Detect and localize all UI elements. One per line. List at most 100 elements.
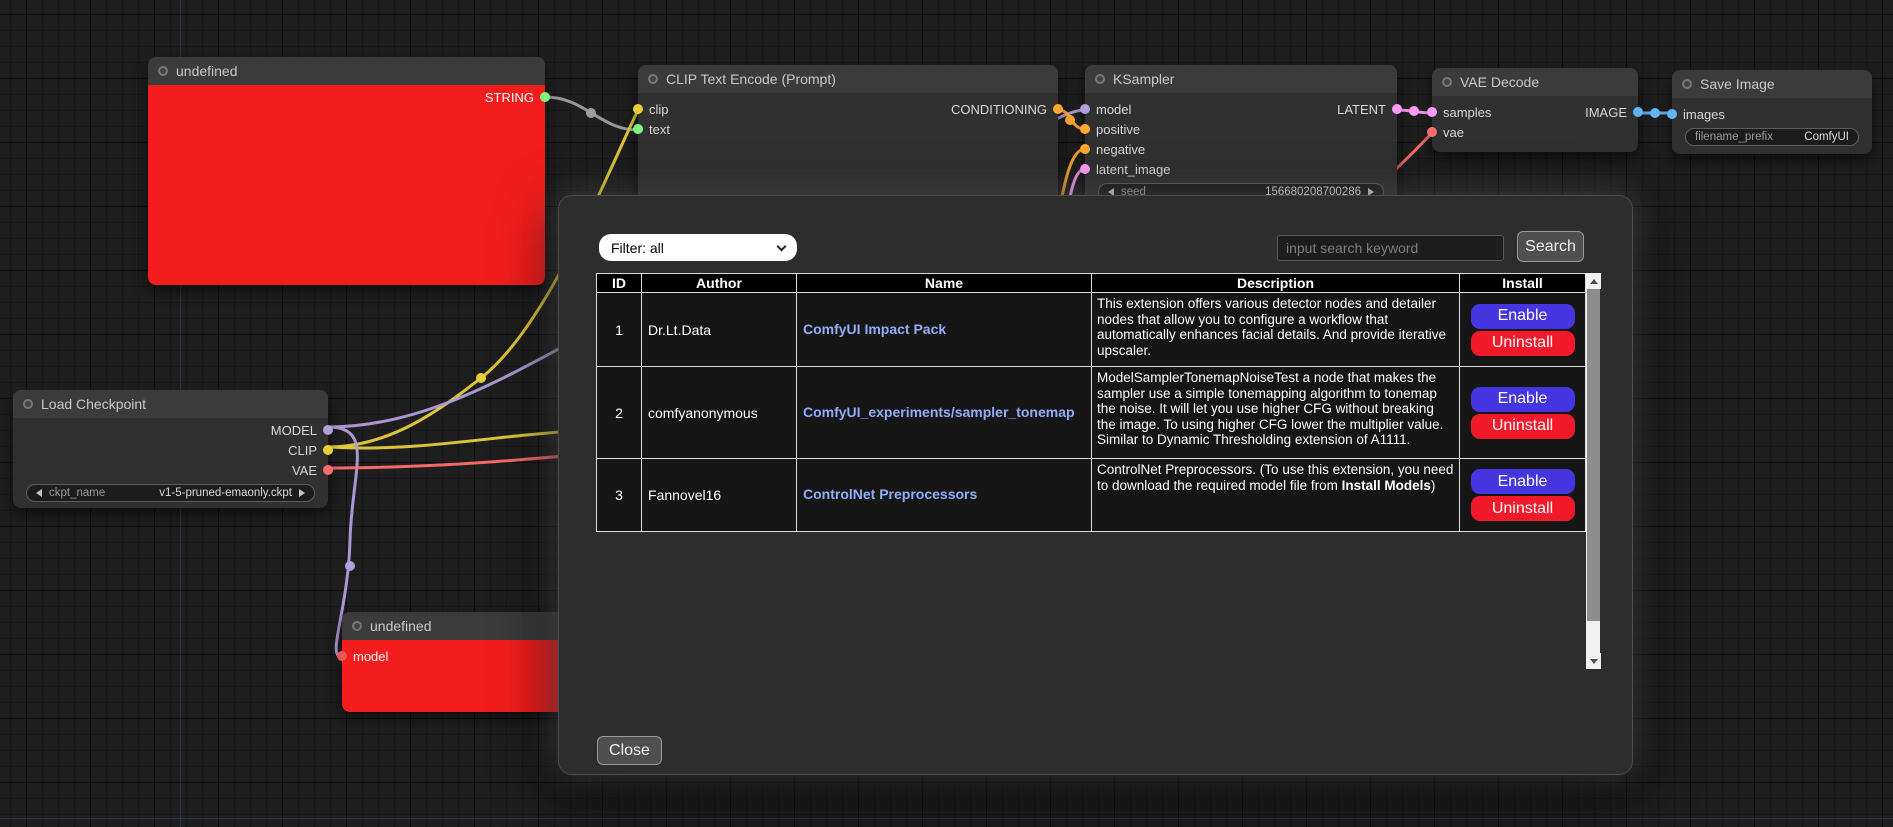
slot-label: latent_image	[1096, 162, 1170, 177]
collapse-dot-icon[interactable]	[1442, 77, 1452, 87]
search-button[interactable]: Search	[1517, 231, 1584, 262]
node-save-image[interactable]: Save Image images filename_prefix ComfyU…	[1672, 70, 1872, 154]
node-title: VAE Decode	[1460, 74, 1539, 90]
slot-label: negative	[1096, 142, 1145, 157]
extension-link[interactable]: ControlNet Preprocessors	[803, 486, 977, 502]
text-input-dot[interactable]	[633, 124, 643, 134]
cell-id: 3	[597, 459, 642, 532]
slot-row: text	[638, 119, 1058, 139]
samples-input-dot[interactable]	[1427, 107, 1437, 117]
slot-label: MODEL	[271, 423, 317, 438]
cell-description: ControlNet Preprocessors. (To use this e…	[1092, 459, 1460, 532]
filename-prefix-widget[interactable]: filename_prefix ComfyUI	[1685, 128, 1859, 146]
link-dot	[476, 373, 486, 383]
column-header-description: Description	[1092, 274, 1460, 293]
column-header-id: ID	[597, 274, 642, 293]
cell-author: comfyanonymous	[642, 367, 797, 459]
output-slot-string: STRING	[148, 87, 545, 107]
manager-dialog: Filter: all Search ID Author Name Descri…	[558, 195, 1633, 775]
negative-input-dot[interactable]	[1080, 144, 1090, 154]
slot-row: vae	[1432, 122, 1638, 142]
node-title-bar[interactable]: Save Image	[1672, 70, 1872, 98]
clip-input-dot[interactable]	[633, 104, 643, 114]
node-undefined-top[interactable]: undefined STRING	[148, 57, 545, 285]
widget-value: ComfyUI	[1804, 131, 1849, 143]
close-button[interactable]: Close	[597, 736, 662, 765]
node-title: undefined	[176, 63, 238, 79]
search-input[interactable]	[1277, 235, 1504, 261]
uninstall-button[interactable]: Uninstall	[1471, 331, 1575, 356]
node-title-bar[interactable]: KSampler	[1085, 65, 1397, 93]
node-load-checkpoint[interactable]: Load Checkpoint MODEL CLIP VAE ckpt_name	[13, 390, 328, 508]
cell-install: Enable Uninstall	[1460, 459, 1586, 532]
table-scrollbar[interactable]	[1586, 273, 1600, 669]
node-title: KSampler	[1113, 71, 1174, 87]
slot-row: images	[1672, 104, 1872, 124]
enable-button[interactable]: Enable	[1471, 469, 1575, 494]
collapse-dot-icon[interactable]	[1095, 74, 1105, 84]
widget-label: filename_prefix	[1695, 131, 1773, 143]
model-input-dot[interactable]	[337, 651, 347, 661]
string-output-dot[interactable]	[540, 92, 550, 102]
positive-input-dot[interactable]	[1080, 124, 1090, 134]
images-input-dot[interactable]	[1667, 109, 1677, 119]
clip-output-dot[interactable]	[323, 445, 333, 455]
cell-id: 1	[597, 293, 642, 367]
table-row: 1 Dr.Lt.Data ComfyUI Impact Pack This ex…	[597, 293, 1586, 367]
slot-label: IMAGE	[1585, 105, 1627, 120]
vae-output-dot[interactable]	[323, 465, 333, 475]
uninstall-button[interactable]: Uninstall	[1471, 496, 1575, 521]
slot-row: latent_image	[1085, 159, 1397, 179]
slot-row: negative	[1085, 139, 1397, 159]
scrollbar-thumb[interactable]	[1587, 289, 1600, 621]
slot-label: model	[353, 649, 388, 664]
collapse-dot-icon[interactable]	[23, 399, 33, 409]
slot-row: clip CONDITIONING	[638, 99, 1058, 119]
enable-button[interactable]: Enable	[1471, 304, 1575, 329]
slot-label: images	[1683, 107, 1725, 122]
slot-row: VAE	[13, 460, 328, 480]
cell-name: ComfyUI Impact Pack	[797, 293, 1092, 367]
collapse-dot-icon[interactable]	[158, 66, 168, 76]
node-title-bar[interactable]: CLIP Text Encode (Prompt)	[638, 65, 1058, 93]
extension-link[interactable]: ComfyUI Impact Pack	[803, 321, 946, 337]
conditioning-output-dot[interactable]	[1053, 104, 1063, 114]
slot-label: CONDITIONING	[951, 102, 1047, 117]
uninstall-button[interactable]: Uninstall	[1471, 414, 1575, 439]
node-title-bar[interactable]: Load Checkpoint	[13, 390, 328, 418]
slot-row: MODEL	[13, 420, 328, 440]
collapse-dot-icon[interactable]	[1682, 79, 1692, 89]
slot-label: CLIP	[288, 443, 317, 458]
model-output-dot[interactable]	[323, 425, 333, 435]
enable-button[interactable]: Enable	[1471, 387, 1575, 412]
latent-output-dot[interactable]	[1392, 104, 1402, 114]
ckpt-name-widget[interactable]: ckpt_name v1-5-pruned-emaonly.ckpt	[26, 484, 315, 502]
graph-canvas[interactable]: undefined STRING CLIP Text Encode (Promp…	[0, 0, 1893, 827]
node-title-bar[interactable]: VAE Decode	[1432, 68, 1638, 96]
filter-selected-value: Filter: all	[611, 240, 664, 256]
cell-install: Enable Uninstall	[1460, 293, 1586, 367]
table-row: 2 comfyanonymous ComfyUI_experiments/sam…	[597, 367, 1586, 459]
decrement-arrow-icon[interactable]	[36, 489, 42, 497]
collapse-dot-icon[interactable]	[352, 621, 362, 631]
extension-link[interactable]: ComfyUI_experiments/sampler_tonemap	[803, 404, 1075, 420]
node-vae-decode[interactable]: VAE Decode samples IMAGE vae	[1432, 68, 1638, 152]
latent-image-input-dot[interactable]	[1080, 164, 1090, 174]
link-dot	[1409, 106, 1419, 116]
model-input-dot[interactable]	[1080, 104, 1090, 114]
scroll-up-icon[interactable]	[1586, 273, 1601, 289]
column-header-author: Author	[642, 274, 797, 293]
node-title-bar[interactable]: undefined	[148, 57, 545, 85]
column-header-name: Name	[797, 274, 1092, 293]
scroll-down-icon[interactable]	[1586, 653, 1601, 669]
vae-input-dot[interactable]	[1427, 127, 1437, 137]
collapse-dot-icon[interactable]	[648, 74, 658, 84]
slot-label: STRING	[485, 90, 534, 105]
cell-author: Dr.Lt.Data	[642, 293, 797, 367]
extension-table: ID Author Name Description Install 1 Dr.…	[596, 273, 1586, 532]
link-dot	[345, 561, 355, 571]
slot-row: samples IMAGE	[1432, 102, 1638, 122]
increment-arrow-icon[interactable]	[299, 489, 305, 497]
filter-select[interactable]: Filter: all	[599, 234, 797, 261]
image-output-dot[interactable]	[1633, 107, 1643, 117]
